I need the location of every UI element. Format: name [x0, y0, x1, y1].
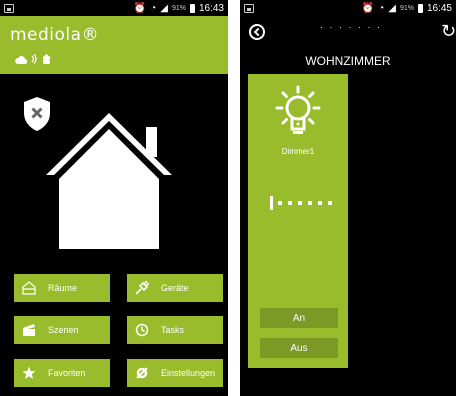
menu-tile-favoriten[interactable]: Favoriten: [14, 359, 110, 387]
battery-percentage: 91%: [399, 4, 414, 12]
home-small-icon: [42, 54, 51, 64]
rooms-icon: [22, 281, 36, 295]
settings-tools-icon: [135, 366, 149, 380]
menu-tile-label: Tasks: [161, 325, 185, 335]
clock-icon: [135, 323, 149, 337]
menu-tile-label: Räume: [48, 283, 78, 293]
refresh-icon[interactable]: ↻: [441, 21, 456, 42]
page-indicator: · · · · · · ·: [320, 22, 382, 32]
menu-tile-tasks[interactable]: Tasks: [127, 316, 223, 344]
clock: 16:43: [198, 2, 224, 14]
room-title: WOHNZIMMER: [305, 54, 391, 68]
status-bar: ⏰ ◔ ◢ 91% 16:45: [240, 0, 456, 16]
device-name: Dimmer1: [281, 147, 315, 156]
signal-waves-icon: [31, 54, 37, 64]
menu-tile-label: Einstellungen: [161, 368, 216, 378]
signal-icon: ◢: [160, 2, 168, 14]
menu-tile-szenen[interactable]: Szenen: [14, 316, 110, 344]
status-bar: ⏰ ◔ ◢ 91% 16:43: [0, 0, 228, 16]
wifi-icon: ◔: [378, 2, 385, 14]
gallery-notification-icon: [4, 3, 14, 13]
alarm-icon: ⏰: [133, 2, 147, 14]
menu-tile-einstellungen[interactable]: Einstellungen: [127, 359, 223, 387]
dimmer-slider-track: [278, 201, 332, 205]
battery-percentage: 91%: [171, 4, 186, 12]
star-icon: [22, 366, 36, 380]
menu-tile-raeume[interactable]: Räume: [14, 274, 110, 302]
app-header: mediola®: [0, 16, 228, 74]
menu-tile-label: Geräte: [161, 283, 189, 293]
house-icon: [46, 113, 172, 249]
dimmer-slider-handle[interactable]: [270, 196, 273, 210]
light-bulb-icon: [275, 85, 321, 134]
menu-tile-geraete[interactable]: Geräte: [127, 274, 223, 302]
plug-icon: [135, 281, 149, 295]
battery-icon: [189, 3, 195, 13]
menu-tile-label: Favoriten: [48, 368, 86, 378]
dimmer-device-card: Dimmer1 An Aus: [248, 74, 348, 368]
clapperboard-icon: [22, 323, 36, 337]
cloud-icon: [15, 55, 27, 64]
mediola-logo: mediola®: [10, 25, 100, 45]
clock: 16:45: [426, 2, 452, 14]
menu-tile-label: Szenen: [48, 325, 79, 335]
room-screen: ⏰ ◔ ◢ 91% 16:45 · · · · · · · ↻ WOHNZIMM…: [240, 0, 456, 396]
on-button[interactable]: An: [260, 308, 338, 328]
off-button[interactable]: Aus: [260, 338, 338, 358]
alarm-icon: ⏰: [361, 2, 375, 14]
back-button[interactable]: [249, 24, 265, 40]
signal-icon: ◢: [388, 2, 396, 14]
dimmer-slider[interactable]: [270, 196, 332, 210]
home-screen: ⏰ ◔ ◢ 91% 16:43 mediola® Räume Geräte Sz…: [0, 0, 228, 396]
battery-icon: [417, 3, 423, 13]
connection-status: [15, 54, 51, 64]
gallery-notification-icon: [244, 3, 254, 13]
wifi-icon: ◔: [150, 2, 157, 14]
